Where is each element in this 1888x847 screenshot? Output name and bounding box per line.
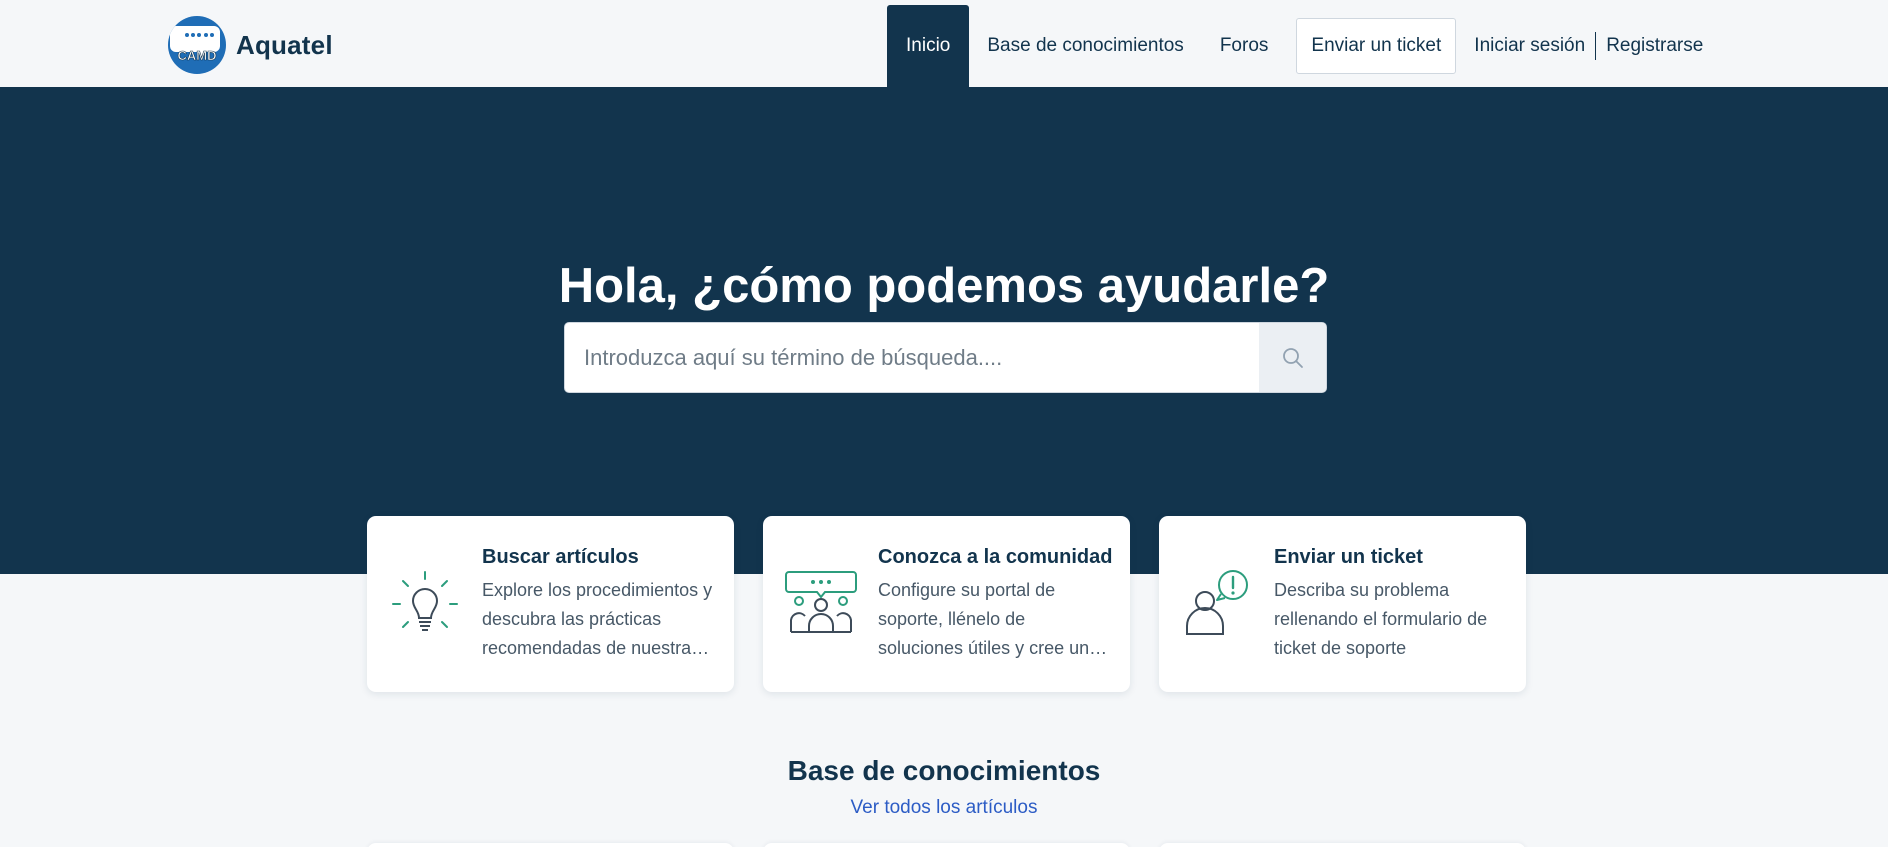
card-title: Enviar un ticket <box>1274 546 1423 568</box>
kb-category-card[interactable] <box>367 843 734 847</box>
register-link[interactable]: Registrarse <box>1606 35 1703 57</box>
card-title: Buscar artículos <box>482 546 639 568</box>
nav-item-inicio[interactable]: Inicio <box>887 5 970 87</box>
auth-links: Iniciar sesión Registrarse <box>1474 32 1703 60</box>
card-title: Conozca a la comunidad <box>878 546 1113 568</box>
card-enviar-ticket[interactable]: Enviar un ticket Describa su problema re… <box>1159 516 1526 692</box>
brand-logo: CAMD <box>168 16 226 74</box>
brand-name: Aquatel <box>236 29 333 60</box>
view-all-articles-link[interactable]: Ver todos los artículos <box>851 797 1038 818</box>
card-buscar-articulos[interactable]: Buscar artículos Explore los procedimien… <box>367 516 734 692</box>
kb-category-card[interactable] <box>1159 843 1526 847</box>
top-header: CAMD Aquatel Inicio Base de conocimiento… <box>0 0 1888 87</box>
card-description: Configure su portal de soporte, llénelo … <box>878 580 1100 658</box>
brand[interactable]: CAMD Aquatel <box>168 16 333 74</box>
knowledge-base-heading: Base de conocimientos <box>787 755 1101 786</box>
main-nav: Inicio Base de conocimientos Foros Envia… <box>887 5 1703 87</box>
auth-divider <box>1595 32 1597 60</box>
card-description: Explore los procedimientos y descubra la… <box>482 580 713 658</box>
card-conozca-comunidad[interactable]: Conozca a la comunidad Configure su port… <box>763 516 1130 692</box>
search-bar <box>564 322 1327 393</box>
lightbulb-icon <box>392 571 458 631</box>
view-all-articles-row: Ver todos los artículos <box>0 797 1888 819</box>
search-button[interactable] <box>1259 323 1326 392</box>
nav-item-base-de-conocimientos[interactable]: Base de conocimientos <box>969 5 1201 87</box>
hero-title: Hola, ¿cómo podemos ayudarle? <box>558 259 1330 313</box>
search-input[interactable] <box>565 323 1259 392</box>
community-icon <box>785 571 857 633</box>
ticket-user-icon <box>1186 570 1248 635</box>
submit-ticket-button[interactable]: Enviar un ticket <box>1296 18 1457 74</box>
nav-item-foros[interactable]: Foros <box>1202 5 1287 87</box>
login-link[interactable]: Iniciar sesión <box>1474 35 1585 57</box>
svg-text:CAMD: CAMD <box>178 48 217 63</box>
card-description: Describa su problema rellenando el formu… <box>1274 580 1488 658</box>
search-icon <box>1282 347 1303 368</box>
kb-category-card[interactable] <box>763 843 1130 847</box>
